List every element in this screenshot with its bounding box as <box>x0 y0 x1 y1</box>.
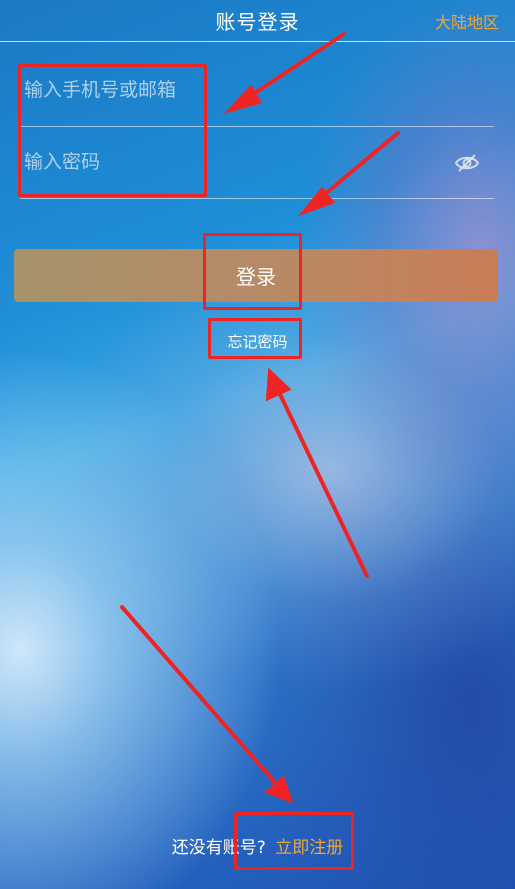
annotation-arrowhead-3 <box>265 367 292 402</box>
region-selector[interactable]: 大陆地区 <box>435 9 499 33</box>
annotation-box-register <box>234 812 354 870</box>
annotation-arrow-4 <box>120 605 280 788</box>
annotation-box-forgot <box>208 318 302 359</box>
annotation-arrow-3 <box>276 388 369 578</box>
header-bar: 账号登录 大陆地区 <box>0 0 515 42</box>
annotation-arrowhead-4 <box>264 775 294 804</box>
annotation-box-login <box>203 233 302 310</box>
login-screen: 账号登录 大陆地区 登录 忘记密码 还没有账号? 立即注册 <box>0 0 515 889</box>
annotation-box-inputs <box>18 64 207 197</box>
eye-off-icon[interactable] <box>454 150 480 176</box>
